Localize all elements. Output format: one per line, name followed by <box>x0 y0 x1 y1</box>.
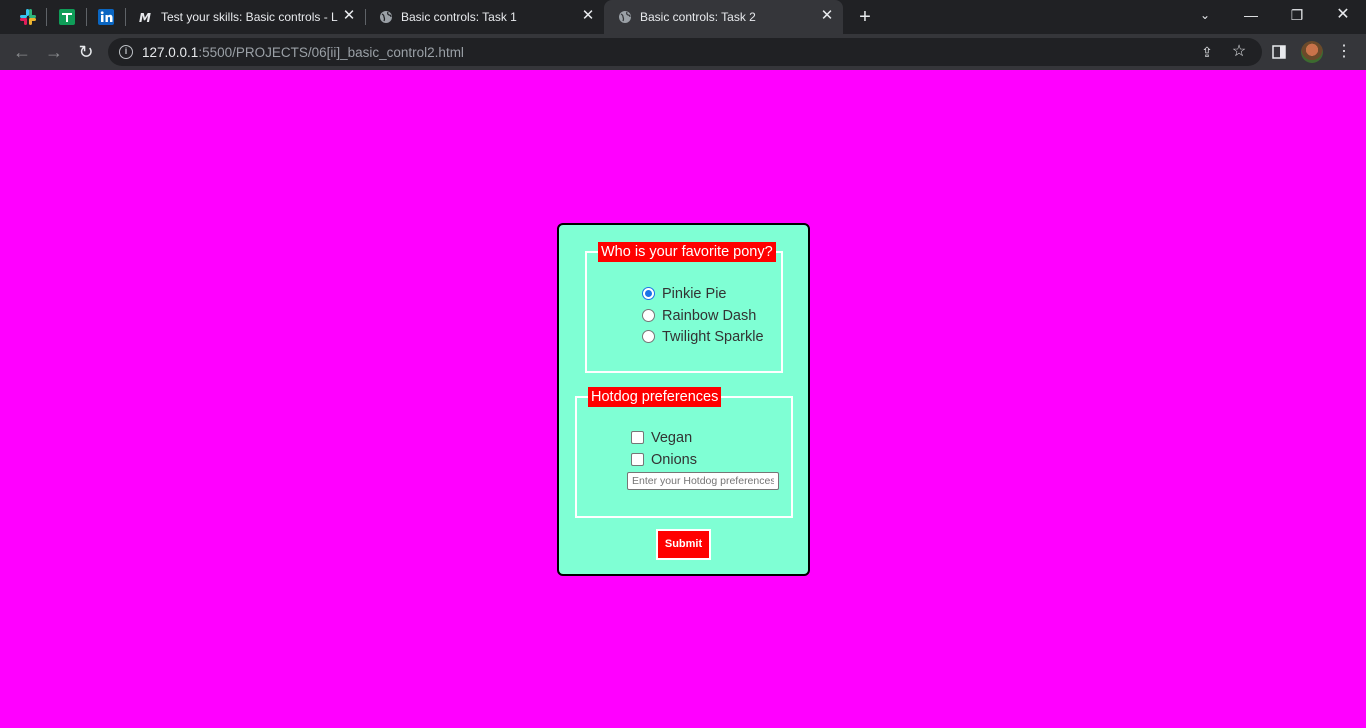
preferences-form: Who is your favorite pony? Pinkie Pie Ra… <box>557 223 810 576</box>
reload-icon[interactable]: ↻ <box>74 40 98 64</box>
slack-icon[interactable] <box>19 8 37 26</box>
address-bar[interactable]: i 127.0.0.1:5500/PROJECTS/06[ii]_basic_c… <box>108 38 1262 66</box>
globe-icon <box>379 10 393 24</box>
hotdog-preferences-input[interactable] <box>627 472 779 490</box>
tab-title: Basic controls: Task 2 <box>640 10 756 24</box>
pony-radio-twilight-sparkle[interactable] <box>642 330 655 343</box>
hotdog-label[interactable]: Onions <box>651 452 697 468</box>
pony-radio-pinkie-pie[interactable] <box>642 287 655 300</box>
browser-tab-bar: M Test your skills: Basic controls - Le … <box>0 0 1366 34</box>
google-sheets-icon[interactable] <box>58 8 76 26</box>
svg-text:M: M <box>139 11 151 24</box>
mdn-icon: M <box>139 10 153 25</box>
pony-radio-rainbow-dash[interactable] <box>642 309 655 322</box>
restore-icon[interactable]: ❐ <box>1274 0 1320 30</box>
url-text: 127.0.0.1:5500/PROJECTS/06[ii]_basic_con… <box>142 45 464 60</box>
hotdog-label[interactable]: Vegan <box>651 430 692 446</box>
globe-icon <box>618 10 632 24</box>
onions-checkbox[interactable] <box>631 453 644 466</box>
linkedin-icon[interactable] <box>97 8 115 26</box>
url-path: :5500/PROJECTS/06[ii]_basic_control2.htm… <box>198 45 464 60</box>
tab-basic-controls-task-2[interactable]: Basic controls: Task 2 ✕ <box>604 0 843 34</box>
browser-toolbar: ← → ↻ i 127.0.0.1:5500/PROJECTS/06[ii]_b… <box>0 34 1366 70</box>
close-tab-icon[interactable]: ✕ <box>341 8 357 24</box>
pony-label[interactable]: Twilight Sparkle <box>662 329 764 345</box>
pony-fieldset: Who is your favorite pony? Pinkie Pie Ra… <box>585 242 783 373</box>
new-tab-plus-icon[interactable]: + <box>855 7 875 27</box>
hotdog-legend: Hotdog preferences <box>588 387 722 407</box>
menu-kebab-icon[interactable]: ⋮ <box>1333 41 1355 63</box>
pony-legend: Who is your favorite pony? <box>598 242 776 262</box>
close-tab-icon[interactable]: ✕ <box>819 8 835 24</box>
site-info-icon[interactable]: i <box>119 45 133 59</box>
minimize-icon[interactable]: — <box>1228 0 1274 30</box>
close-tab-icon[interactable]: ✕ <box>580 8 596 24</box>
forward-arrow-icon[interactable]: → <box>42 40 66 64</box>
bookmark-star-icon[interactable]: ☆ <box>1230 43 1248 61</box>
tab-separator <box>86 8 87 26</box>
vegan-checkbox[interactable] <box>631 431 644 444</box>
pony-label[interactable]: Rainbow Dash <box>662 308 756 324</box>
close-window-icon[interactable]: ✕ <box>1320 0 1366 30</box>
tab-separator <box>46 8 47 26</box>
submit-button[interactable]: Submit <box>656 529 711 560</box>
tab-search-chevron-icon[interactable]: ⌄ <box>1182 0 1228 30</box>
tab-title: Test your skills: Basic controls - Le <box>161 10 338 24</box>
tab-test-your-skills[interactable]: M Test your skills: Basic controls - Le … <box>125 0 365 34</box>
tab-title: Basic controls: Task 1 <box>401 10 517 24</box>
back-arrow-icon[interactable]: ← <box>10 40 34 64</box>
url-host: 127.0.0.1 <box>142 45 199 60</box>
pony-label[interactable]: Pinkie Pie <box>662 286 726 302</box>
tab-basic-controls-task-1[interactable]: Basic controls: Task 1 ✕ <box>365 0 604 34</box>
profile-avatar[interactable] <box>1301 41 1323 63</box>
side-panel-icon[interactable] <box>1268 41 1290 63</box>
share-icon[interactable]: ⇪ <box>1198 43 1216 61</box>
hotdog-fieldset: Hotdog preferences Vegan Onions <box>575 387 793 518</box>
